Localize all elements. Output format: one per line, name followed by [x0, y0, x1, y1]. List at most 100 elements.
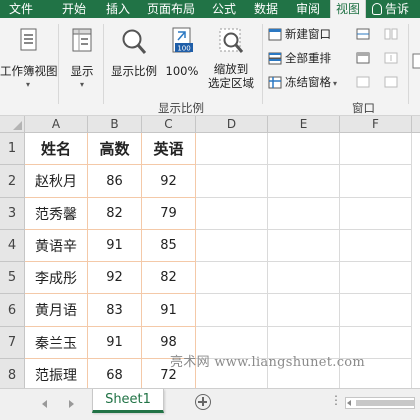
workbook-views-button[interactable]: 工作簿视图 ▾	[0, 26, 58, 92]
column-header-d[interactable]: D	[196, 116, 268, 133]
table-cell[interactable]: 91	[88, 327, 142, 359]
zoom-selection-icon	[219, 28, 244, 53]
table-cell[interactable]: 83	[88, 294, 142, 327]
row-header-8[interactable]: 8	[0, 359, 25, 388]
table-cell[interactable]: 85	[142, 230, 196, 262]
split-icon	[356, 28, 370, 40]
empty-cell[interactable]	[340, 165, 412, 198]
tab-review[interactable]: 审阅	[290, 0, 326, 18]
zoom-100-icon: 100	[172, 27, 193, 53]
column-header-g[interactable]	[412, 116, 420, 133]
sync-scroll-button[interactable]	[384, 52, 398, 67]
table-cell[interactable]: 赵秋月	[25, 165, 88, 198]
switch-windows-icon	[412, 53, 420, 69]
lightbulb-icon	[372, 3, 382, 15]
column-header-e[interactable]: E	[268, 116, 340, 133]
tab-view[interactable]: 视图	[330, 0, 366, 18]
table-cell[interactable]: 79	[142, 198, 196, 230]
table-cell[interactable]: 68	[88, 359, 142, 388]
arrange-all-icon	[268, 52, 282, 65]
worksheet-grid[interactable]: A B C D E F 1 2 3 4 5 6 7 8 姓名 高数 英语 赵秋月…	[0, 116, 420, 388]
empty-cell[interactable]	[268, 198, 340, 230]
view-side-by-side-button[interactable]	[384, 28, 398, 43]
table-cell[interactable]: 86	[88, 165, 142, 198]
empty-cell[interactable]	[196, 165, 268, 198]
row-header-3[interactable]: 3	[0, 198, 25, 230]
switch-windows-button[interactable]	[412, 52, 420, 75]
empty-cell[interactable]	[196, 230, 268, 262]
select-all-triangle-icon	[13, 121, 22, 130]
add-sheet-icon[interactable]	[195, 394, 211, 410]
table-cell[interactable]: 82	[142, 262, 196, 294]
reset-window-position-button[interactable]	[384, 76, 398, 91]
table-cell[interactable]: 91	[88, 230, 142, 262]
select-all-corner[interactable]	[0, 116, 25, 133]
table-cell[interactable]: 范秀馨	[25, 198, 88, 230]
column-header-a[interactable]: A	[25, 116, 88, 133]
empty-cell[interactable]	[340, 198, 412, 230]
sheet-tab-bar: Sheet1 ⋮	[0, 388, 420, 420]
row-header-7[interactable]: 7	[0, 327, 25, 359]
row-header-2[interactable]: 2	[0, 165, 25, 198]
empty-cell[interactable]	[196, 294, 268, 327]
zoom-100-button[interactable]: 100 100%	[163, 26, 201, 78]
table-cell[interactable]: 黄月语	[25, 294, 88, 327]
more-options-icon[interactable]: ⋮	[330, 393, 343, 407]
empty-cell[interactable]	[268, 133, 340, 165]
table-cell[interactable]: 黄语辛	[25, 230, 88, 262]
tab-home[interactable]: 开始	[56, 0, 92, 18]
column-header-f[interactable]: F	[340, 116, 412, 133]
scroll-tabs-left-icon[interactable]	[40, 399, 50, 409]
scroll-left-arrow-icon[interactable]	[347, 400, 351, 406]
table-cell[interactable]: 范振理	[25, 359, 88, 388]
tab-file[interactable]: 文件	[2, 0, 40, 18]
table-header-cell[interactable]: 姓名	[25, 133, 88, 165]
table-cell[interactable]: 李成彤	[25, 262, 88, 294]
empty-cell[interactable]	[268, 294, 340, 327]
new-window-button[interactable]: 新建窗口	[268, 26, 331, 43]
arrange-all-button[interactable]: 全部重排	[268, 50, 331, 67]
zoom-button[interactable]: 显示比例	[106, 26, 162, 78]
empty-cell[interactable]	[340, 294, 412, 327]
empty-cell[interactable]	[196, 133, 268, 165]
sync-scroll-icon	[384, 52, 398, 64]
table-cell[interactable]: 秦兰玉	[25, 327, 88, 359]
sheet-tab-sheet1[interactable]: Sheet1	[92, 389, 164, 413]
group-label-zoom: 显示比例	[158, 101, 204, 115]
empty-cell[interactable]	[268, 262, 340, 294]
table-cell[interactable]: 82	[88, 198, 142, 230]
table-header-cell[interactable]: 高数	[88, 133, 142, 165]
table-cell[interactable]: 92	[142, 165, 196, 198]
empty-cell[interactable]	[268, 165, 340, 198]
hide-window-button[interactable]	[356, 52, 370, 67]
column-header-b[interactable]: B	[88, 116, 142, 133]
row-header-4[interactable]: 4	[0, 230, 25, 262]
tell-me-box[interactable]: 告诉	[372, 0, 409, 18]
tab-data[interactable]: 数据	[248, 0, 284, 18]
scrollbar-thumb[interactable]	[356, 400, 414, 406]
unhide-window-button[interactable]	[356, 76, 370, 91]
tab-insert[interactable]: 插入	[100, 0, 136, 18]
horizontal-scrollbar[interactable]	[345, 397, 415, 409]
row-header-1[interactable]: 1	[0, 133, 25, 165]
row-header-6[interactable]: 6	[0, 294, 25, 327]
show-button[interactable]: 显示 ▾	[62, 26, 102, 92]
empty-cell[interactable]	[340, 262, 412, 294]
zoom-to-selection-button[interactable]: 缩放到 选定区域	[204, 26, 258, 90]
empty-cell[interactable]	[268, 230, 340, 262]
table-header-cell[interactable]: 英语	[142, 133, 196, 165]
empty-cell[interactable]	[340, 230, 412, 262]
row-header-5[interactable]: 5	[0, 262, 25, 294]
table-cell[interactable]: 92	[88, 262, 142, 294]
empty-cell[interactable]	[196, 262, 268, 294]
tab-page-layout[interactable]: 页面布局	[140, 0, 202, 18]
split-button[interactable]	[356, 28, 370, 43]
table-cell[interactable]: 91	[142, 294, 196, 327]
empty-cell[interactable]	[196, 198, 268, 230]
column-header-c[interactable]: C	[142, 116, 196, 133]
side-by-side-icon	[384, 28, 398, 40]
scroll-tabs-right-icon[interactable]	[66, 399, 76, 409]
tab-formulas[interactable]: 公式	[206, 0, 242, 18]
freeze-panes-button[interactable]: 冻结窗格 ▾	[268, 74, 337, 91]
empty-cell[interactable]	[340, 133, 412, 165]
